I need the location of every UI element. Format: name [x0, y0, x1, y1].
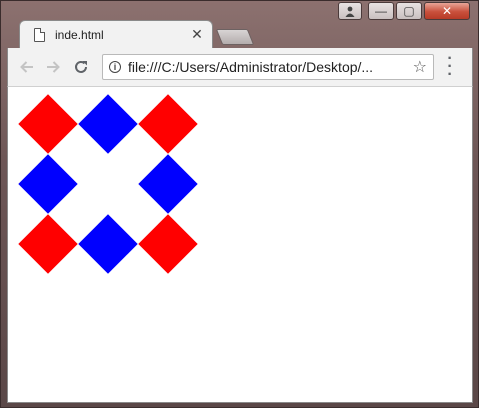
person-icon	[345, 6, 355, 17]
reload-button[interactable]	[68, 54, 94, 80]
close-icon: ✕	[441, 4, 453, 18]
reload-icon	[75, 60, 87, 73]
forward-button[interactable]	[40, 54, 66, 80]
new-tab-button[interactable]	[215, 29, 255, 45]
info-icon[interactable]: i	[109, 61, 121, 73]
diamond-blue	[78, 94, 138, 154]
menu-icon[interactable]: · · ·	[444, 51, 456, 83]
back-button[interactable]	[14, 54, 40, 80]
tab-close-icon[interactable]: ✕	[190, 26, 204, 43]
arrow-left-icon	[20, 61, 33, 73]
close-window-button[interactable]: ✕	[424, 2, 470, 20]
page-icon	[34, 27, 45, 42]
star-icon[interactable]: ☆	[413, 57, 427, 77]
address-bar[interactable]: i file:///C:/Users/Administrator/Desktop…	[102, 54, 434, 80]
browser-window: — ▢ ✕ inde.html ✕ i file:///C:/Users/Adm…	[0, 0, 479, 408]
minimize-icon: —	[375, 4, 387, 18]
diamond-red	[138, 94, 198, 154]
diamond-blue	[78, 214, 138, 274]
diamond-blue	[18, 154, 78, 214]
window-controls: — ▢ ✕	[338, 2, 470, 22]
page-content	[7, 86, 473, 403]
minimize-button[interactable]: —	[368, 2, 394, 20]
tab-title: inde.html	[55, 27, 104, 42]
url-text[interactable]: file:///C:/Users/Administrator/Desktop/.…	[128, 59, 409, 75]
profile-button[interactable]	[338, 2, 362, 20]
diamond-red	[18, 94, 78, 154]
maximize-icon: ▢	[403, 4, 415, 18]
tab-active[interactable]: inde.html ✕	[19, 20, 213, 48]
diamond-red	[18, 214, 78, 274]
browser-toolbar: i file:///C:/Users/Administrator/Desktop…	[7, 48, 473, 86]
maximize-button[interactable]: ▢	[396, 2, 422, 20]
diamond-red	[138, 214, 198, 274]
diamond-blue	[138, 154, 198, 214]
arrow-right-icon	[47, 61, 60, 73]
